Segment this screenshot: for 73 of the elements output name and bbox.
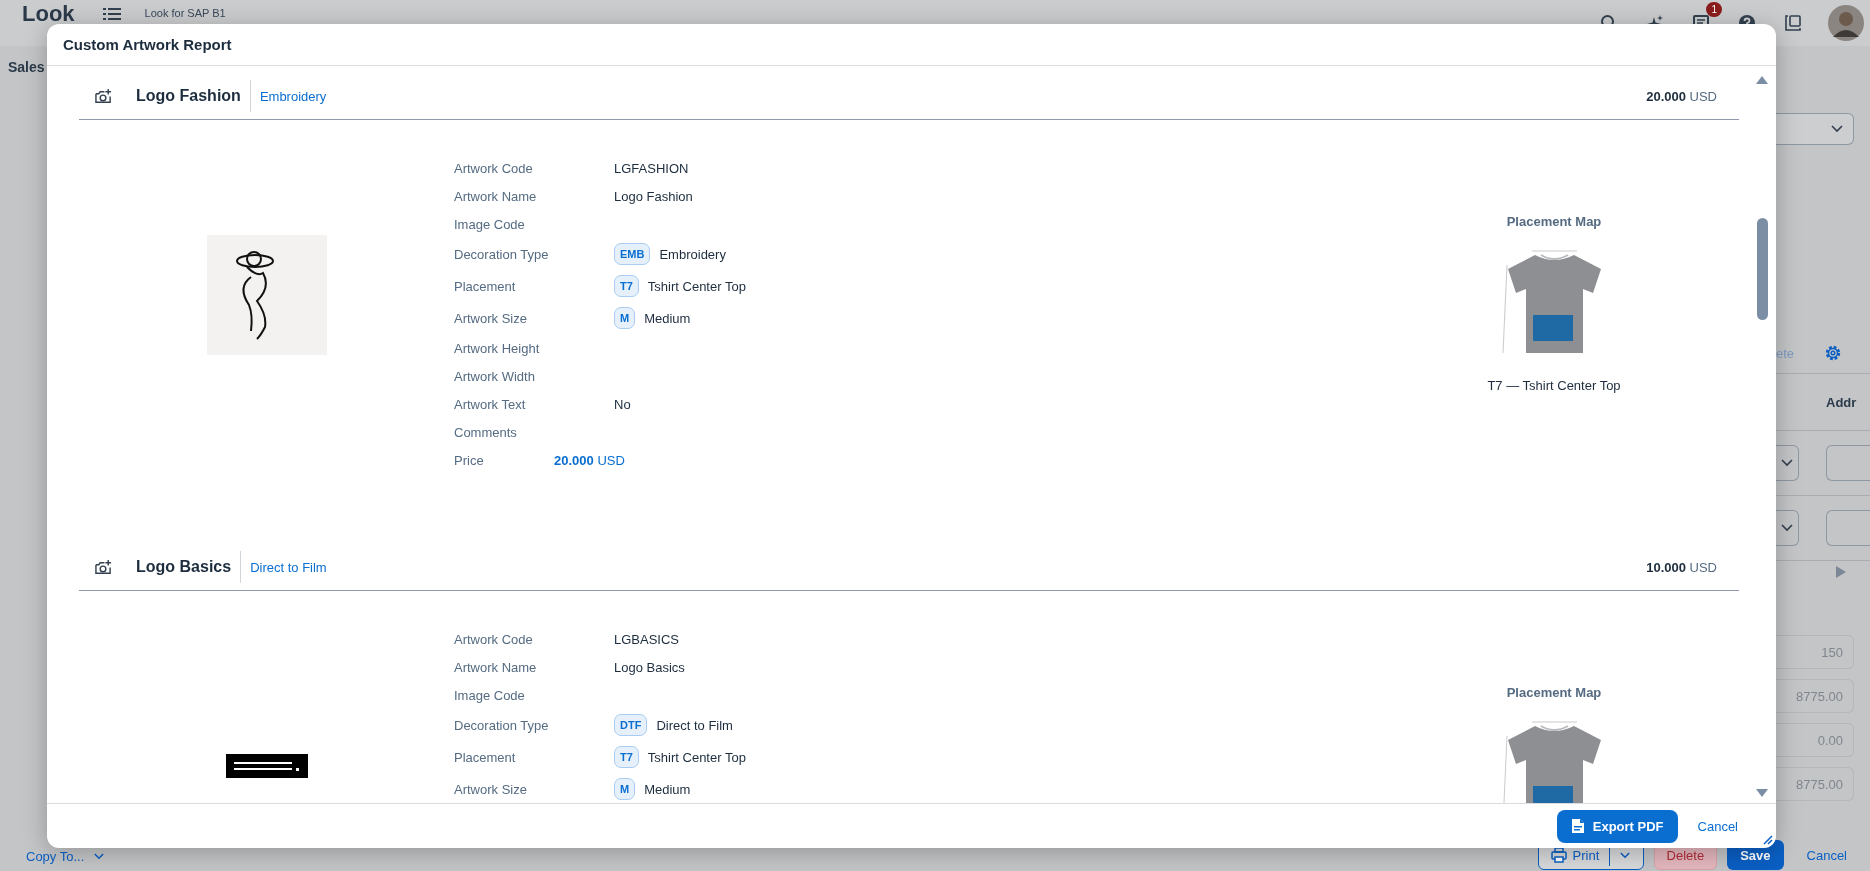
artwork-name: Logo Basics [136,558,232,576]
copy-to-button[interactable]: Copy To... [26,848,105,864]
notification-badge: 1 [1706,2,1722,17]
column-header: Addr [1826,394,1857,410]
field-label: Placement [454,749,517,765]
field-label: Artwork Code [454,631,534,647]
field-value: Embroidery [659,246,726,262]
field-label: Artwork Width [454,368,536,384]
avatar[interactable] [1828,5,1864,41]
field-value: Tshirt Center Top [647,749,746,765]
artwork-name: Logo Fashion [136,87,241,105]
settings-icon[interactable] [1824,344,1843,362]
field-label: Artwork Size [454,781,528,797]
field-label: Artwork Size [454,310,528,326]
caret-icon [94,852,105,860]
scrollbar-thumb[interactable] [1756,218,1768,320]
code-tag: M [614,778,636,800]
code-tag: M [614,307,636,329]
field-label: Decoration Type [454,717,550,733]
scroll-up-icon[interactable] [1756,76,1768,84]
field-value: Direct to Film [656,717,733,733]
dropdown-field[interactable] [1776,113,1854,145]
field-label: Price [454,452,485,468]
app-switch-icon[interactable] [1784,14,1802,32]
code-tag: T7 [614,746,639,768]
decoration-link[interactable]: Embroidery [259,88,327,104]
caret-icon [1831,125,1843,133]
input-field[interactable] [1825,445,1870,481]
placement-map-title: Placement Map [1506,214,1602,229]
field-value: LGBASICS [614,631,680,647]
field-value: No [614,396,631,412]
field-label: Artwork Name [454,659,538,675]
app-title: Look for SAP B1 [144,7,226,19]
field-value: Tshirt Center Top [647,278,746,294]
field-label: Artwork Text [454,396,527,412]
code-tag: DTF [614,714,648,736]
dialog-title: Custom Artwork Report [63,36,232,53]
field-value: Medium [644,310,691,326]
code-tag: EMB [614,243,651,265]
input-field[interactable] [1825,510,1870,546]
page-title: Sales [8,59,45,75]
artwork-price: 10.000 USD [1646,559,1717,575]
field-label: Artwork Height [454,340,541,356]
code-tag: T7 [614,275,639,297]
field-value: Medium [644,781,691,797]
caret-icon [1780,524,1793,532]
artwork-price: 20.000 USD [1646,88,1717,104]
field-label: Artwork Code [454,160,534,176]
placement-map-title: Placement Map [1506,685,1602,700]
menu-icon[interactable] [102,5,121,23]
app-logo[interactable]: Look [22,1,75,27]
caret-icon [1780,459,1793,467]
field-label: Comments [454,424,518,440]
document-icon [1570,818,1585,834]
camera-plus-icon[interactable] [94,558,113,576]
scroll-down-icon[interactable] [1756,789,1768,797]
price-value: 20.000 USD [554,452,625,468]
field-value: Logo Fashion [614,188,693,204]
field-label: Image Code [454,687,526,703]
field-label: Placement [454,278,517,294]
camera-plus-icon[interactable] [94,87,113,105]
decoration-link[interactable]: Direct to Film [250,559,327,575]
cancel-button[interactable]: Cancel [1793,840,1860,870]
placement-caption: T7 — Tshirt Center Top [1487,378,1621,393]
field-value: LGFASHION [614,160,689,176]
export-pdf-button[interactable]: Export PDF [1556,809,1678,843]
caret-icon [1620,851,1631,859]
cancel-button[interactable]: Cancel [1683,809,1752,843]
field-label: Artwork Name [454,188,538,204]
field-value: Logo Basics [614,659,685,675]
field-label: Decoration Type [454,246,550,262]
resize-handle-icon[interactable] [1761,833,1773,845]
field-label: Image Code [454,216,526,232]
